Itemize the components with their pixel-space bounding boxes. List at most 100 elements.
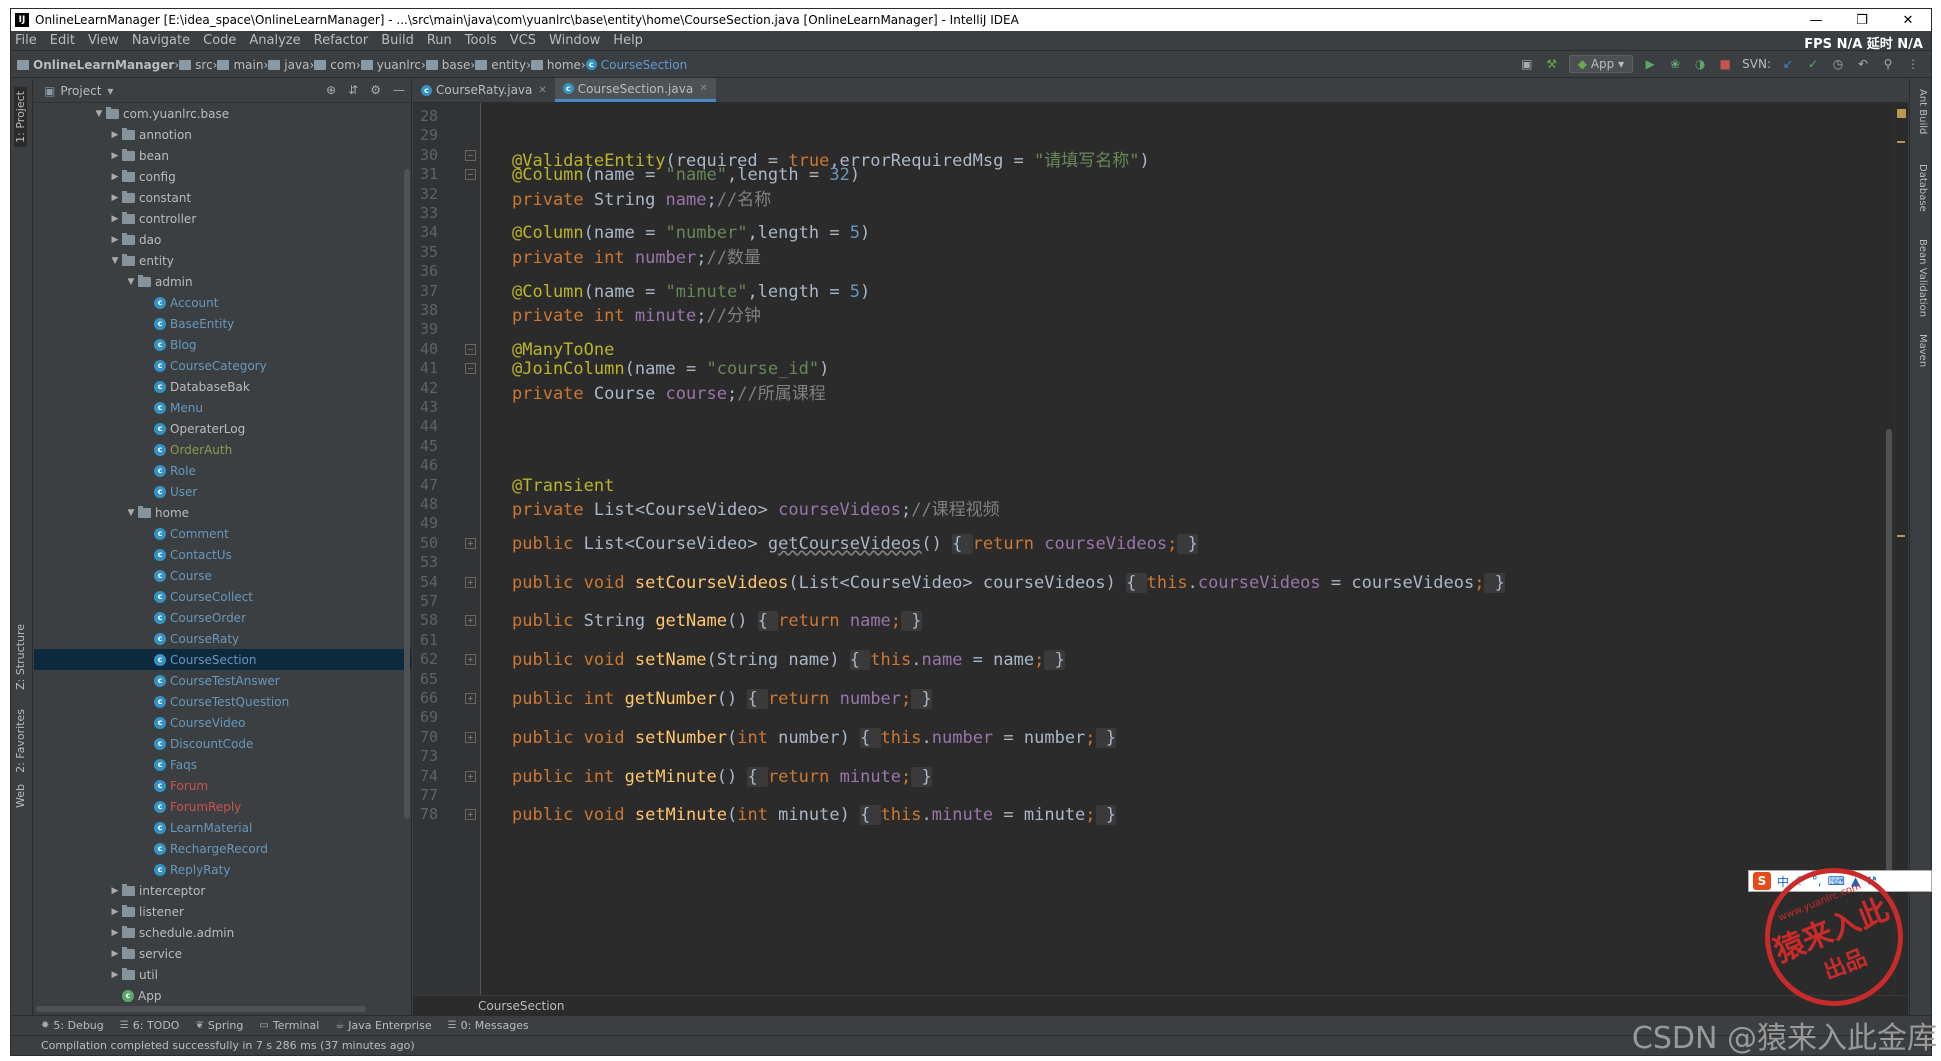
run-icon[interactable]: ▶: [1642, 56, 1658, 72]
breadcrumb-item[interactable]: OnlineLearnManager: [17, 58, 174, 72]
code-line[interactable]: public void setName(String name) { this.…: [512, 650, 1065, 671]
locate-icon[interactable]: ⊕: [326, 83, 336, 97]
tree-folder-item[interactable]: ▼ admin: [34, 271, 411, 292]
tree-class-item[interactable]: c Account: [34, 292, 411, 313]
code-line[interactable]: @Transient: [512, 476, 614, 496]
menu-navigate[interactable]: Navigate: [132, 33, 190, 48]
tree-folder-item[interactable]: ▶ util: [34, 964, 411, 985]
warning-indicator[interactable]: [1897, 109, 1906, 118]
web-tool-tab[interactable]: Web: [14, 784, 27, 808]
collapse-arrow-icon[interactable]: ▶: [108, 949, 122, 959]
tool-window-button[interactable]: ✹ 5: Debug: [41, 1019, 104, 1032]
breadcrumb-item[interactable]: yuanlrc: [360, 58, 421, 72]
run-config-select[interactable]: ◆ App ▾: [1568, 55, 1634, 73]
favorites-tool-tab[interactable]: 2: Favorites: [14, 709, 27, 773]
more-icon[interactable]: ⋮: [1905, 56, 1921, 72]
menu-build[interactable]: Build: [381, 33, 414, 48]
tree-class-item[interactable]: c ContactUs: [34, 544, 411, 565]
tree-class-item[interactable]: c Blog: [34, 334, 411, 355]
menu-analyze[interactable]: Analyze: [249, 33, 300, 48]
code-line[interactable]: @Column(name = "name",length = 32): [512, 165, 860, 185]
expand-arrow-icon[interactable]: ▼: [124, 508, 138, 518]
tree-class-item[interactable]: c CourseSection: [34, 649, 411, 670]
tree-class-item[interactable]: c CourseTestAnswer: [34, 670, 411, 691]
tree-folder-item[interactable]: ▼ home: [34, 502, 411, 523]
build-hammer-icon[interactable]: ⚒: [1544, 56, 1560, 72]
collapse-fold-icon[interactable]: −: [465, 363, 476, 375]
tree-class-item[interactable]: c Faqs: [34, 754, 411, 775]
project-vertical-scrollbar[interactable]: [403, 79, 411, 1015]
collapse-fold-icon[interactable]: −: [465, 343, 476, 355]
collapse-arrow-icon[interactable]: ▶: [108, 193, 122, 203]
menu-window[interactable]: Window: [549, 33, 600, 48]
svn-commit-icon[interactable]: ✓: [1805, 56, 1821, 72]
breadcrumb-item[interactable]: c CourseSection: [585, 58, 687, 72]
tree-folder-item[interactable]: ▶ listener: [34, 901, 411, 922]
stop-icon[interactable]: ■: [1717, 56, 1733, 72]
breadcrumb-item[interactable]: entity: [475, 58, 526, 72]
menu-help[interactable]: Help: [613, 33, 643, 48]
tree-folder-item[interactable]: ▶ annotion: [34, 124, 411, 145]
close-tab-icon[interactable]: ✕: [538, 85, 546, 96]
editor-tab[interactable]: c CourseRaty.java ✕: [413, 78, 555, 102]
breadcrumb-item[interactable]: main: [217, 58, 263, 72]
code-line[interactable]: public int getNumber() { return number; …: [512, 689, 932, 709]
database-tool-tab[interactable]: Database: [1917, 164, 1928, 212]
tree-class-item[interactable]: c CourseCollect: [34, 586, 411, 607]
collapse-arrow-icon[interactable]: ▶: [108, 970, 122, 980]
tree-class-item[interactable]: c DiscountCode: [34, 733, 411, 754]
tree-folder-item[interactable]: ▶ constant: [34, 187, 411, 208]
tree-class-item[interactable]: c CourseCategory: [34, 355, 411, 376]
tool-window-button[interactable]: ☰ 6: TODO: [120, 1019, 180, 1032]
editor-tab[interactable]: c CourseSection.java ✕: [554, 78, 716, 102]
tree-class-item[interactable]: c RechargeRecord: [34, 838, 411, 859]
tree-class-item[interactable]: c CourseVideo: [34, 712, 411, 733]
breadcrumb-item[interactable]: com: [314, 58, 356, 72]
expand-arrow-icon[interactable]: ▼: [108, 256, 122, 266]
tree-folder-item[interactable]: ▼ com.yuanlrc.base: [34, 103, 411, 124]
code-line[interactable]: private String name;//名称: [512, 185, 771, 210]
tree-class-item[interactable]: c Menu: [34, 397, 411, 418]
collapse-arrow-icon[interactable]: ▶: [108, 151, 122, 161]
expand-fold-icon[interactable]: +: [465, 654, 476, 666]
code-line[interactable]: private List<CourseVideo> courseVideos;/…: [512, 495, 1000, 520]
menu-refactor[interactable]: Refactor: [314, 33, 369, 48]
breadcrumb-item[interactable]: src: [179, 58, 213, 72]
code-area[interactable]: @ValidateEntity(required = true,errorReq…: [482, 103, 1894, 995]
code-line[interactable]: private Course course;//所属课程: [512, 379, 826, 404]
menu-vcs[interactable]: VCS: [510, 33, 536, 48]
code-line[interactable]: public void setCourseVideos(List<CourseV…: [512, 572, 1505, 593]
tree-class-item[interactable]: c CourseTestQuestion: [34, 691, 411, 712]
collapse-arrow-icon[interactable]: ▶: [108, 130, 122, 140]
close-button[interactable]: ✕: [1885, 9, 1931, 31]
code-line[interactable]: @Column(name = "minute",length = 5): [512, 282, 870, 302]
tree-class-item[interactable]: c Course: [34, 565, 411, 586]
warning-mark[interactable]: [1897, 141, 1905, 143]
menu-view[interactable]: View: [88, 33, 119, 48]
tree-class-item[interactable]: c App: [34, 985, 411, 1006]
menu-code[interactable]: Code: [203, 33, 236, 48]
tree-class-item[interactable]: c ForumReply: [34, 796, 411, 817]
code-line[interactable]: public List<CourseVideo> getCourseVideos…: [512, 533, 1198, 554]
structure-tool-tab[interactable]: Z: Structure: [14, 624, 27, 690]
collapse-arrow-icon[interactable]: ▶: [108, 235, 122, 245]
tree-class-item[interactable]: c DatabaseBak: [34, 376, 411, 397]
expand-arrow-icon[interactable]: ▼: [124, 277, 138, 287]
code-line[interactable]: public void setNumber(int number) { this…: [512, 727, 1117, 748]
collapse-all-icon[interactable]: ⇵: [348, 83, 358, 97]
breadcrumb-class[interactable]: CourseSection: [478, 999, 564, 1013]
project-tool-tab[interactable]: 1: Project: [14, 87, 27, 147]
tree-class-item[interactable]: c Comment: [34, 523, 411, 544]
tree-folder-item[interactable]: ▶ schedule.admin: [34, 922, 411, 943]
tree-folder-item[interactable]: ▶ interceptor: [34, 880, 411, 901]
menu-file[interactable]: File: [15, 33, 37, 48]
code-line[interactable]: public void setMinute(int minute) { this…: [512, 805, 1117, 826]
project-view-select[interactable]: Project: [60, 84, 101, 98]
tool-window-button[interactable]: ▭ Terminal: [259, 1019, 319, 1032]
tree-class-item[interactable]: c OrderAuth: [34, 439, 411, 460]
tree-class-item[interactable]: c OperaterLog: [34, 418, 411, 439]
svn-update-icon[interactable]: ↙: [1780, 56, 1796, 72]
expand-fold-icon[interactable]: +: [465, 615, 476, 627]
expand-fold-icon[interactable]: +: [465, 693, 476, 704]
expand-fold-icon[interactable]: +: [465, 809, 476, 821]
